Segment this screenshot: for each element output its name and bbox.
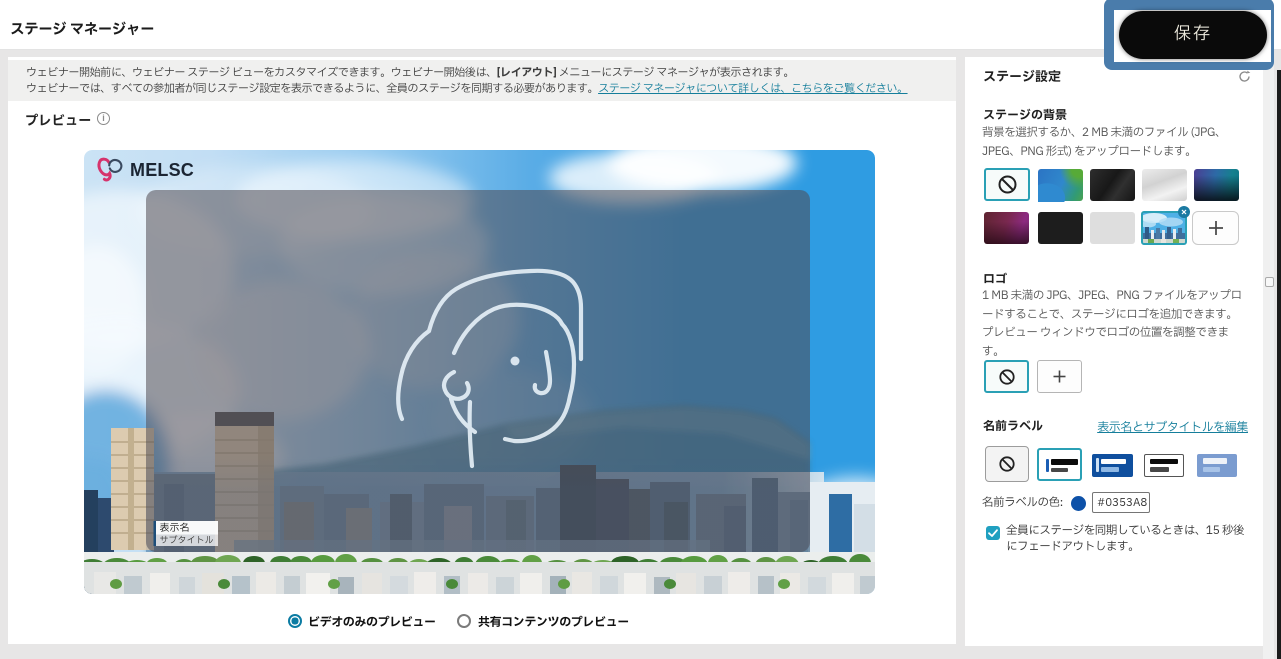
svg-text:サブタイトル: サブタイトル [160, 533, 214, 547]
svg-text:MELSC: MELSC [130, 160, 194, 180]
